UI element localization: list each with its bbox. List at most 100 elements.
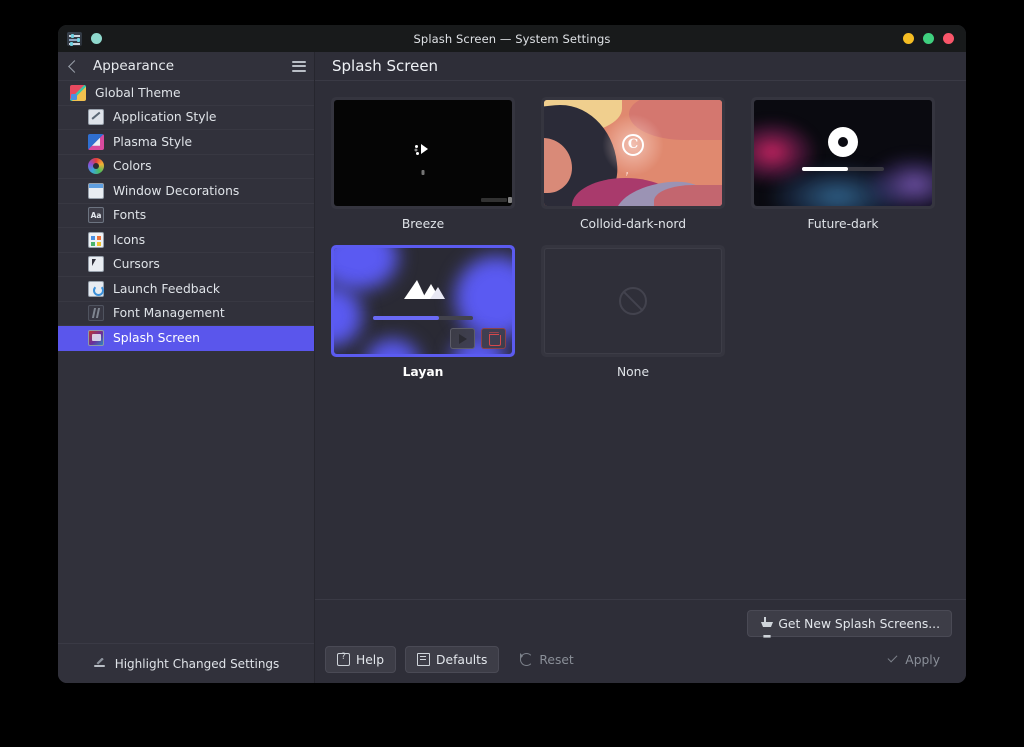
sidebar-item-application-style[interactable]: Application Style — [58, 106, 314, 131]
play-icon — [459, 334, 467, 344]
sidebar-item-plasma-style[interactable]: Plasma Style — [58, 130, 314, 155]
splash-tile-frame[interactable] — [751, 97, 935, 209]
splash-tile-label: None — [617, 365, 649, 379]
font-management-icon — [88, 305, 104, 321]
sidebar-item-label: Window Decorations — [113, 184, 239, 198]
hamburger-menu-icon[interactable] — [292, 61, 306, 72]
main-header: Splash Screen — [315, 52, 966, 81]
layan-thumbnail — [334, 248, 512, 354]
sidebar-item-launch-feedback[interactable]: Launch Feedback — [58, 277, 314, 302]
breeze-thumbnail — [334, 100, 512, 206]
sidebar-item-label: Plasma Style — [113, 135, 192, 149]
splash-tile-frame[interactable] — [331, 245, 515, 357]
sidebar-item-global-theme[interactable]: Global Theme — [58, 81, 314, 106]
future-dark-logo — [828, 127, 858, 157]
splash-tile-frame[interactable] — [541, 97, 725, 209]
sidebar-item-label: Global Theme — [95, 86, 181, 100]
sidebar-item-label: Fonts — [113, 208, 146, 222]
apply-button: Apply — [874, 646, 952, 673]
splash-tile-none[interactable]: None — [541, 245, 725, 379]
icons-icon — [88, 232, 104, 248]
reset-button: Reset — [508, 646, 585, 673]
splash-tile-colloid-dark-nord[interactable]: Colloid-dark-nord — [541, 97, 725, 231]
none-thumbnail — [544, 248, 722, 354]
reset-label: Reset — [539, 653, 573, 667]
sidebar-item-font-management[interactable]: Font Management — [58, 302, 314, 327]
splash-screen-chooser: Breeze Colloid-dark-nord Future-dark Layan N… — [315, 81, 966, 599]
help-button[interactable]: Help — [325, 646, 396, 673]
layan-mountain-logo — [400, 277, 446, 299]
splash-tile-label: Colloid-dark-nord — [580, 217, 686, 231]
future-dark-progress-bar — [802, 167, 884, 171]
window-titlebar[interactable]: Splash Screen — System Settings — [58, 25, 966, 52]
sidebar-item-splash-screen[interactable]: Splash Screen — [58, 326, 314, 351]
splash-tile-actions — [450, 328, 506, 349]
chevron-left-icon[interactable] — [68, 60, 81, 73]
sidebar-item-fonts[interactable]: Fonts — [58, 204, 314, 229]
splash-tile-label: Breeze — [402, 217, 444, 231]
window-controls — [903, 33, 966, 44]
delete-button[interactable] — [481, 328, 506, 349]
defaults-button[interactable]: Defaults — [405, 646, 499, 673]
sidebar-item-colors[interactable]: Colors — [58, 155, 314, 180]
splash-tile-frame[interactable] — [541, 245, 725, 357]
splash-tile-breeze[interactable]: Breeze — [331, 97, 515, 231]
preview-button[interactable] — [450, 328, 475, 349]
window-body: Appearance Global Theme Application Style… — [58, 52, 966, 683]
fonts-icon — [88, 207, 104, 223]
trash-icon — [489, 333, 499, 345]
footer-bottom-row: Help Defaults Reset Apply — [325, 646, 952, 673]
sidebar-item-label: Colors — [113, 159, 152, 173]
colors-icon — [88, 158, 104, 174]
splash-tile-frame[interactable] — [331, 97, 515, 209]
modified-indicator-dot — [91, 33, 102, 44]
reset-icon — [520, 653, 533, 666]
colloid-dark-nord-thumbnail — [544, 100, 722, 206]
splash-screen-icon — [88, 330, 104, 346]
sidebar-back-label[interactable]: Appearance — [87, 58, 284, 74]
no-splash-icon — [619, 287, 647, 315]
sidebar-item-label: Launch Feedback — [113, 282, 220, 296]
highlight-changed-settings-label: Highlight Changed Settings — [115, 657, 280, 671]
sidebar-item-label: Font Management — [113, 306, 225, 320]
sidebar-item-icons[interactable]: Icons — [58, 228, 314, 253]
sidebar-header: Appearance — [58, 52, 314, 81]
splash-tile-layan[interactable]: Layan — [331, 245, 515, 379]
main-footer: Get New Splash Screens... Help Defaults … — [315, 599, 966, 683]
sidebar-item-label: Splash Screen — [113, 331, 200, 345]
highlight-changed-settings-button[interactable]: Highlight Changed Settings — [58, 643, 314, 683]
close-button[interactable] — [943, 33, 954, 44]
help-label: Help — [356, 653, 384, 667]
breeze-corner-mark — [481, 198, 507, 202]
get-new-splash-screens-label: Get New Splash Screens... — [778, 617, 940, 631]
help-icon — [337, 653, 350, 666]
window-decorations-icon — [88, 183, 104, 199]
check-icon — [886, 653, 899, 666]
minimize-button[interactable] — [903, 33, 914, 44]
breeze-subglyph — [422, 170, 425, 175]
sidebar-item-window-decorations[interactable]: Window Decorations — [58, 179, 314, 204]
sidebar-item-list: Global Theme Application Style Plasma Styl… — [58, 81, 314, 643]
defaults-icon — [417, 653, 430, 666]
highlight-pen-icon — [93, 657, 107, 671]
system-settings-window: Splash Screen — System Settings Appearan… — [58, 25, 966, 683]
colloid-logo — [622, 134, 644, 156]
plasma-style-icon — [88, 134, 104, 150]
breeze-logo — [415, 143, 431, 157]
layan-progress-bar — [373, 316, 473, 320]
launch-feedback-icon — [88, 281, 104, 297]
future-dark-thumbnail — [754, 100, 932, 206]
splash-tile-label: Layan — [403, 365, 444, 379]
get-new-splash-screens-button[interactable]: Get New Splash Screens... — [747, 610, 952, 637]
titlebar-left-group — [58, 32, 102, 46]
cursors-icon — [88, 256, 104, 272]
splash-tile-grid: Breeze Colloid-dark-nord Future-dark Layan N… — [331, 97, 950, 379]
splash-tile-future-dark[interactable]: Future-dark — [751, 97, 935, 231]
sidebar: Appearance Global Theme Application Style… — [58, 52, 315, 683]
sidebar-item-label: Icons — [113, 233, 145, 247]
main-panel: Splash Screen Breeze Colloid-dark-nord Fut… — [315, 52, 966, 683]
download-icon — [759, 617, 772, 630]
maximize-button[interactable] — [923, 33, 934, 44]
page-title: Splash Screen — [332, 57, 438, 75]
sidebar-item-cursors[interactable]: Cursors — [58, 253, 314, 278]
